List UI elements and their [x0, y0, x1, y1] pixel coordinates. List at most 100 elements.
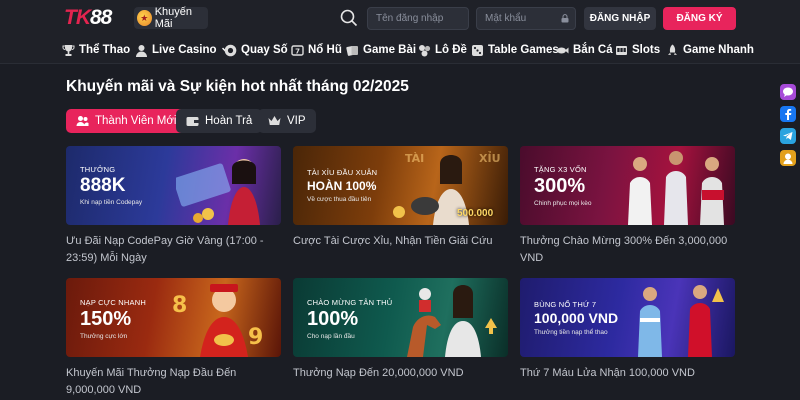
crown-icon — [268, 116, 281, 125]
username-placeholder: Tên đăng nhập — [376, 13, 444, 24]
lottery-ball-icon — [224, 44, 237, 56]
trophy-icon — [62, 44, 75, 56]
football-players-illustration — [638, 285, 724, 357]
tab-hoan-tra[interactable]: Hoàn Trả — [176, 109, 263, 133]
tab-label: VIP — [287, 115, 306, 127]
promo-title[interactable]: Thưởng Nạp Đến 20,000,000 VND — [293, 365, 513, 382]
page-title: Khuyến mãi và Sự kiện hot nhất tháng 02/… — [66, 78, 409, 95]
nav-label: Slots — [632, 44, 661, 56]
banner-top-text: THƯỞNG — [80, 165, 116, 174]
cards-icon — [346, 45, 358, 56]
username-input[interactable]: Tên đăng nhập — [367, 7, 469, 30]
nav-item-no-hu[interactable]: 7 Nổ Hũ — [291, 42, 342, 58]
banner-top-text: TÀI XỈU ĐẦU XUÂN — [307, 168, 378, 177]
nav-item-live-casino[interactable]: Live Casino — [135, 42, 231, 58]
promo-girl-illustration — [176, 159, 260, 225]
promo-title[interactable]: Thưởng Chào Mừng 300% Đến 3,000,000 VND — [520, 233, 740, 267]
tab-thanh-vien-moi[interactable]: Thành Viên Mới — [66, 109, 187, 133]
banner-top-text: BÙNG NỔ THỨ 7 — [534, 300, 597, 309]
facebook-icon[interactable] — [780, 106, 796, 122]
banner-sub-text: Khi nạp tiền Codepay — [80, 199, 143, 206]
password-input[interactable]: Mật khẩu — [476, 7, 576, 30]
banner-top-text: NẠP CỰC NHANH — [80, 298, 146, 307]
nav-label: Bắn Cá — [573, 44, 613, 56]
nav-item-game-nhanh[interactable]: Game Nhanh — [666, 42, 754, 58]
promotions-button[interactable]: ★ Khuyến Mãi — [134, 6, 208, 30]
dice-icon — [472, 44, 483, 56]
register-button[interactable]: ĐĂNG KÝ — [663, 7, 736, 30]
banner-top-text: TẶNG X3 VỐN — [534, 165, 587, 174]
gift-icon: ★ — [137, 10, 152, 26]
nav-label: Quay Số — [241, 44, 288, 56]
promo-title[interactable]: Thứ 7 Máu Lửa Nhận 100,000 VND — [520, 365, 740, 382]
promotions-label: Khuyến Mãi — [154, 6, 192, 30]
banner-sub-text: Thưởng cực lớn — [80, 333, 128, 340]
slot-icon: 7 — [291, 44, 304, 56]
banner-big-text: HOÀN 100% — [307, 179, 377, 193]
players-illustration — [628, 151, 724, 225]
tab-label: Hoàn Trả — [205, 115, 253, 127]
site-logo[interactable]: TK 88 — [64, 6, 112, 30]
rocket-icon — [668, 44, 677, 55]
promo-banner[interactable]: BÙNG NỔ THỨ 7 100,000 VND Thưởng tiền nạ… — [520, 278, 735, 357]
banner-big-text: 100,000 VND — [534, 310, 619, 326]
tab-label: Thành Viên Mới — [95, 115, 177, 127]
banner-amount-text: 500.000 — [457, 208, 494, 219]
machine-icon — [616, 45, 627, 55]
nav-label: Game Bài — [363, 44, 417, 56]
nav-item-ban-ca[interactable]: Bắn Cá — [556, 42, 613, 58]
banner-top-text: CHÀO MỪNG TÂN THỦ — [307, 298, 393, 307]
lock-icon — [561, 14, 569, 23]
nav-item-quay-so[interactable]: Quay Số — [224, 42, 288, 58]
nav-item-slots[interactable]: Slots — [615, 42, 660, 58]
banner-sub-text: Thưởng tiền nạp thể thao — [534, 329, 608, 336]
promo-title[interactable]: Ưu Đãi Nạp CodePay Giờ Vàng (17:00 - 23:… — [66, 233, 286, 267]
banner-big-text: 100% — [307, 308, 359, 330]
search-icon[interactable] — [340, 9, 358, 27]
svg-text:8: 8 — [172, 293, 187, 318]
nav-item-game-bai[interactable]: Game Bài — [346, 42, 416, 58]
nav-item-the-thao[interactable]: Thể Thao — [62, 42, 130, 58]
promo-banner[interactable]: TÀI XỈU TÀI XỈU ĐẦU XUÂN HOÀN 100% Về cư… — [293, 146, 508, 225]
nav-item-lo-de[interactable]: Lô Đề — [418, 42, 467, 58]
chat-icon[interactable] — [780, 84, 796, 100]
telegram-icon[interactable] — [780, 128, 796, 144]
promo-banner[interactable]: CHÀO MỪNG TÂN THỦ 100% Cho nạp lần đầu — [293, 278, 508, 357]
login-button[interactable]: ĐĂNG NHẬP — [584, 7, 656, 30]
banner-sub-text: Cho nạp lần đầu — [307, 333, 355, 340]
banner-big-text: 150% — [80, 308, 132, 330]
nav-label: Thể Thao — [79, 44, 131, 56]
nav-item-table-games[interactable]: Table Games — [471, 42, 559, 58]
promo-banner[interactable]: THƯỞNG 888K Khi nạp tiền Codepay — [66, 146, 281, 225]
balls-icon — [419, 44, 431, 56]
promo-banner[interactable]: 8 9 NẠP CỰC NHANH 150% Thưởng cực lớn — [66, 278, 281, 357]
nav-label: Game Nhanh — [683, 44, 754, 56]
nav-label: Live Casino — [152, 44, 217, 56]
promo-title[interactable]: Cược Tài Cược Xỉu, Nhận Tiền Giải Cứu — [293, 233, 513, 250]
banner-sub-text: Về cược thua đầu tiên — [307, 196, 372, 203]
promo-title[interactable]: Khuyến Mãi Thưởng Nạp Đầu Đến 9,000,000 … — [66, 365, 286, 399]
nav-label: Table Games — [488, 44, 559, 56]
main-nav: Thể Thao Live Casino Quay Số 7 Nổ Hũ Gam… — [0, 36, 800, 64]
password-placeholder: Mật khẩu — [485, 13, 527, 24]
users-icon — [76, 116, 89, 126]
logo-88: 88 — [90, 6, 112, 29]
god-of-wealth-illustration: 8 9 — [172, 284, 263, 357]
svg-text:9: 9 — [248, 325, 263, 350]
nav-label: Nổ Hũ — [308, 44, 342, 56]
horse-racing-illustration — [407, 285, 497, 357]
top-bar: TK 88 ★ Khuyến Mãi Tên đăng nhập Mật khẩu… — [0, 0, 800, 36]
tab-vip[interactable]: VIP — [258, 109, 316, 133]
svg-text:7: 7 — [295, 47, 300, 55]
promo-banner[interactable]: TẶNG X3 VỐN 300% Chinh phục mọi kèo — [520, 146, 735, 225]
banner-sub-text: Chinh phục mọi kèo — [534, 200, 592, 207]
banner-big-text: 888K — [80, 175, 126, 196]
logo-tk: TK — [64, 6, 91, 29]
svg-text:XỈU: XỈU — [479, 151, 501, 165]
user-icon — [136, 44, 147, 57]
svg-text:TÀI: TÀI — [405, 152, 424, 165]
nav-label: Lô Đề — [435, 44, 467, 56]
support-icon[interactable] — [780, 150, 796, 166]
wallet-icon — [186, 117, 199, 126]
banner-big-text: 300% — [534, 175, 586, 197]
